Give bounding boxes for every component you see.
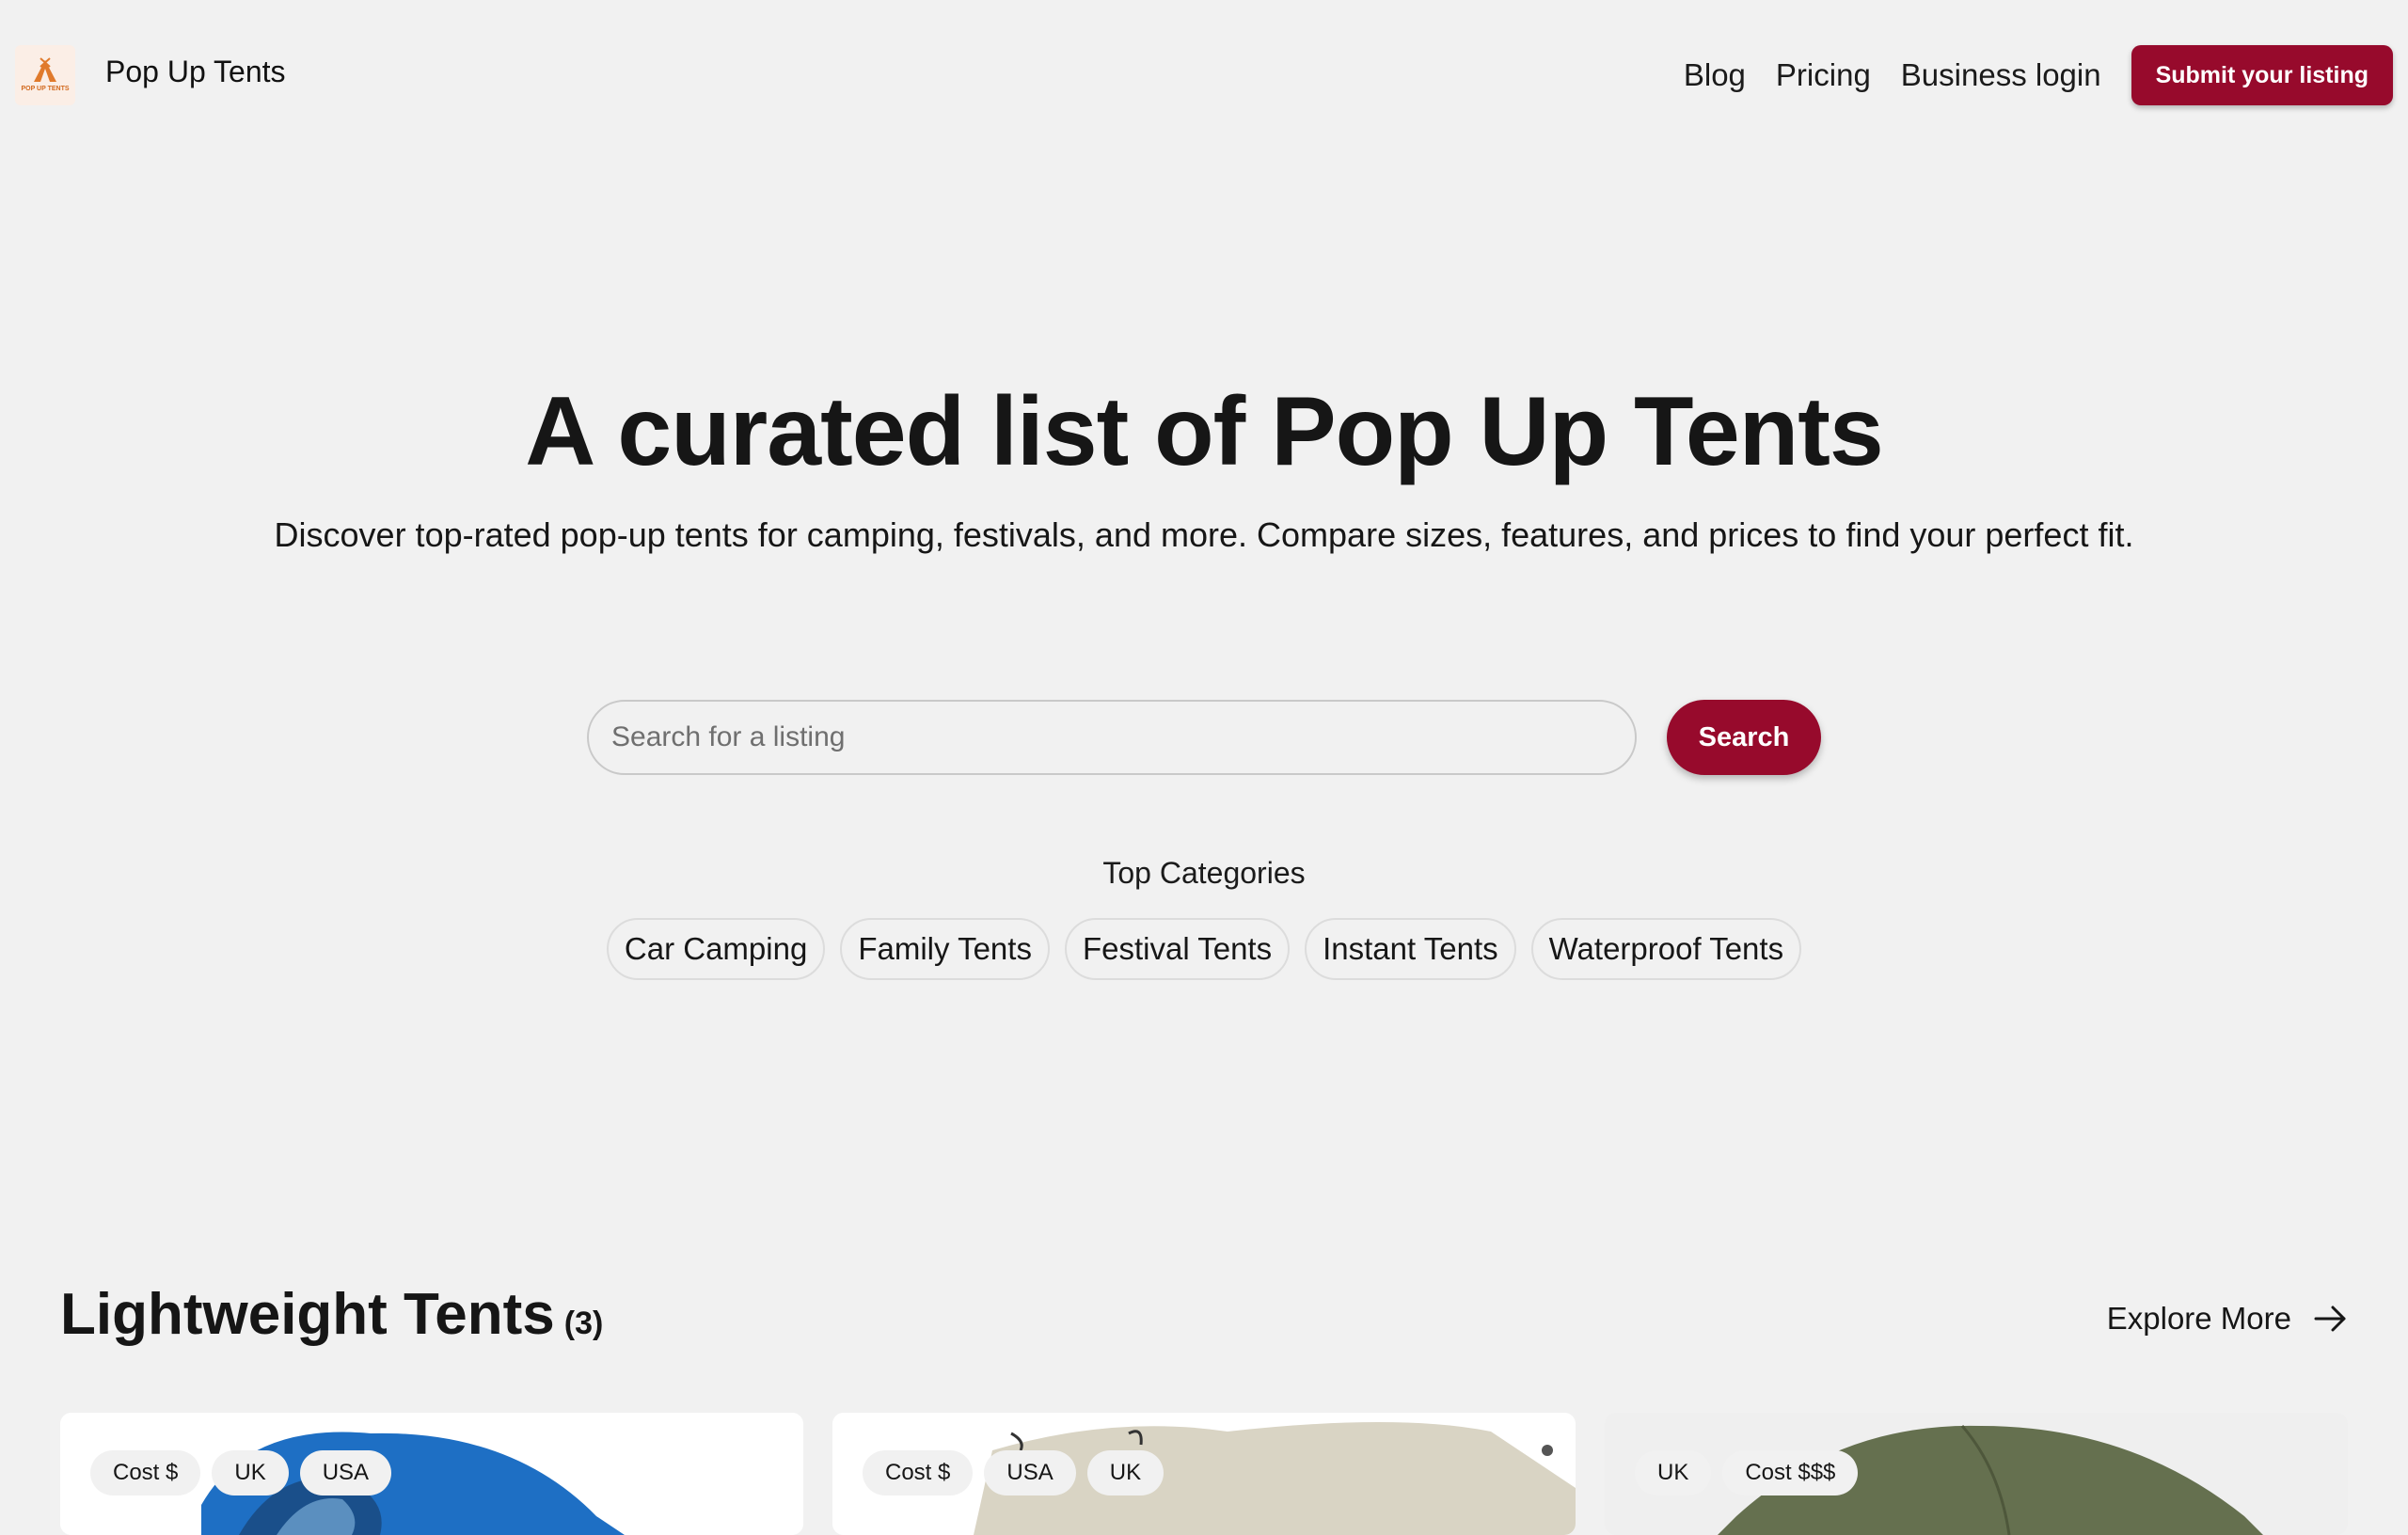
- listing-card[interactable]: Cost $ UK USA: [60, 1413, 803, 1535]
- listing-card[interactable]: UK Cost $$$: [1605, 1413, 2348, 1535]
- listing-card[interactable]: Cost $ USA UK: [832, 1413, 1576, 1535]
- tag-cost: Cost $$$: [1722, 1450, 1859, 1495]
- nav-business-login[interactable]: Business login: [1901, 57, 2101, 93]
- explore-more-label: Explore More: [2106, 1301, 2291, 1336]
- explore-more-link[interactable]: Explore More: [2107, 1298, 2348, 1339]
- category-festival-tents[interactable]: Festival Tents: [1064, 918, 1291, 980]
- search-bar: Search: [587, 700, 1821, 775]
- tag-usa: USA: [984, 1450, 1076, 1495]
- category-waterproof-tents[interactable]: Waterproof Tents: [1530, 918, 1802, 980]
- main-nav: Blog Pricing Business login Submit your …: [1684, 45, 2408, 105]
- tag-cost: Cost $: [90, 1450, 201, 1495]
- hero-title: A curated list of Pop Up Tents: [525, 377, 1883, 486]
- logo[interactable]: POP UP TENTS: [15, 45, 75, 105]
- category-car-camping[interactable]: Car Camping: [606, 918, 826, 980]
- card-tags: Cost $ UK USA: [90, 1450, 403, 1495]
- site-header: POP UP TENTS Pop Up Tents Blog Pricing B…: [0, 0, 2408, 150]
- top-categories-label: Top Categories: [1102, 856, 1306, 890]
- category-instant-tents[interactable]: Instant Tents: [1305, 918, 1516, 980]
- brand-name[interactable]: Pop Up Tents: [105, 55, 286, 89]
- card-tags: Cost $ USA UK: [863, 1450, 1175, 1495]
- section-title: Lightweight Tents (3): [60, 1281, 603, 1348]
- tag-usa: USA: [299, 1450, 392, 1495]
- tent-logo-icon: [34, 57, 56, 82]
- category-list: Car Camping Family Tents Festival Tents …: [0, 918, 2408, 980]
- card-tags: UK Cost $$$: [1635, 1450, 1869, 1495]
- submit-listing-button[interactable]: Submit your listing: [2131, 45, 2393, 105]
- arrow-right-icon: [2314, 1306, 2346, 1332]
- tag-uk: UK: [1635, 1450, 1712, 1495]
- section-count: (3): [563, 1306, 604, 1341]
- tag-uk: UK: [1086, 1450, 1164, 1495]
- hero-subtitle: Discover top-rated pop-up tents for camp…: [274, 515, 2134, 554]
- search-button[interactable]: Search: [1667, 700, 1821, 775]
- category-family-tents[interactable]: Family Tents: [840, 918, 1050, 980]
- section-title-text: Lightweight Tents: [60, 1282, 555, 1347]
- nav-blog[interactable]: Blog: [1684, 57, 1746, 93]
- search-input[interactable]: [587, 700, 1637, 775]
- nav-pricing[interactable]: Pricing: [1776, 57, 1871, 93]
- tag-uk: UK: [212, 1450, 289, 1495]
- logo-text: POP UP TENTS: [21, 86, 70, 92]
- listing-cards: Cost $ UK USA Cost $ USA UK UK Cost $$$: [60, 1413, 2348, 1535]
- tag-cost: Cost $: [863, 1450, 974, 1495]
